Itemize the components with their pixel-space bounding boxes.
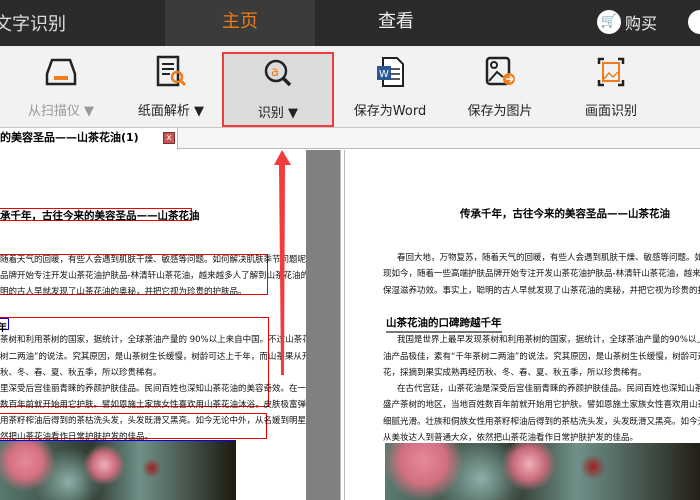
screen-recognize-label: 画面识别 <box>584 104 637 119</box>
annotation-arrow-icon <box>274 150 291 375</box>
save-image-label: 保存为图片 <box>467 104 533 119</box>
scanner-icon <box>20 52 102 92</box>
text-line: 茶树和利用茶树的国家，据统计，全球茶油产量的 90%以上来自中国。不过山茶花 <box>0 335 306 345</box>
cart-icon: 🛒 <box>597 10 621 34</box>
buy-button[interactable]: 🛒 购买 <box>597 10 657 34</box>
save-image-button[interactable]: 保存为图片 <box>460 52 540 127</box>
text-line: 现如今，随着一些高端护肤品牌开始专注开发山茶花油护肤品-林清轩山茶花油，越来越多… <box>383 269 700 279</box>
document-tab[interactable]: 的美容圣品——山茶花油(1) <box>0 128 178 150</box>
screen-capture-icon <box>575 52 647 92</box>
recognize-button[interactable]: a 识别 ▼ <box>222 52 334 127</box>
text-line: 随着天气的回暖，有些人会遇到肌肤干燥、敏感等问题。如何解决肌肤季节问题呢？ <box>0 255 306 265</box>
app-title: 文字识别 <box>0 14 66 35</box>
text-line: 品牌开始专注开发山茶花油护肤品-林清轩山茶花油，越来越多人了解到山茶花油的 <box>0 271 306 281</box>
pane-gap <box>306 150 340 500</box>
svg-text:a: a <box>271 65 279 80</box>
scan-label: 从扫描仪 ▼ <box>27 104 95 119</box>
text-line: 我国是世界上最早发现茶树和利用茶树的国家，据统计，全球茶油产量的90%以上来自 <box>397 335 700 345</box>
word-icon: W <box>345 52 435 92</box>
text-line: 花，採摘到果实成熟再经历秋、冬、春、夏、秋五季，所以珍贵稀有。 <box>383 368 647 378</box>
recognize-label: 识别 ▼ <box>257 106 299 121</box>
text-line: 明的古人早就发现了山茶花油的奥秘，并把它视为珍贵的护肤品。 <box>0 287 247 297</box>
screen-recognize-button[interactable]: 画面识别 <box>575 52 647 127</box>
tab-home[interactable]: 主页 <box>165 0 315 46</box>
toolbar: 从扫描仪 ▼ 纸面解析 ▼ a 识别 ▼ W 保存为Word 保存为图片 画面识… <box>0 46 700 128</box>
buy-label: 购买 <box>625 14 658 33</box>
text-line: 油产品极佳，素有“千年茶树二两油”的说法。究其原因，是山茶树生长缓慢，树龄可达上… <box>383 352 700 362</box>
tab-view[interactable]: 查看 <box>321 0 471 46</box>
text-line: 数百年前就开始用它护肤。譬如恩施土家族女性喜欢用山茶花油沐浴，皮肤极富弹性， <box>0 400 306 410</box>
paper-analysis-button[interactable]: 纸面解析 ▼ <box>130 52 212 127</box>
recognition-result-pane: 承千年，古往今来的美容圣品——山茶花油 随着天气的回暖，有些人会遇到肌肤干燥、敏… <box>0 150 306 500</box>
text-line: 从美妆达人到普通大众，依然把山茶花油看作日常护肤护发的佳品。 <box>383 433 639 443</box>
recognize-icon: a <box>224 54 332 94</box>
text-line: 秋、冬、春、夏、秋五季，所以珍贵稀有。 <box>0 368 162 378</box>
user-avatar-icon[interactable] <box>688 10 700 34</box>
close-tab-icon[interactable]: x <box>163 132 175 144</box>
text-line: 里深受后宫佳丽青睐的养颜护肤佳品。民间百姓也深知山茶花油的美容奇效。在一些 <box>0 384 306 394</box>
text-line: 树二两油”的说法。究其原因，是山茶树生长缓慢，树龄可达上千年，而山茶果从开 <box>0 352 306 362</box>
save-word-label: 保存为Word <box>353 104 427 119</box>
save-word-button[interactable]: W 保存为Word <box>345 52 435 127</box>
text-line: 春回大地，万物复苏，随着天气的回暖，有些人会遇到肌肤干燥、敏感等问题。如何解决肌… <box>397 253 700 263</box>
original-document-pane: 传承千年，古往今来的美容圣品——山茶花油 春回大地，万物复苏，随着天气的回暖，有… <box>345 150 700 500</box>
right-title: 传承千年，古往今来的美容圣品——山茶花油 <box>460 208 670 220</box>
text-line: 用茶籽榨油后得到的茶枯洗头发，头发既滑又黑亮。如今无论中外，从名媛到明星， <box>0 416 306 426</box>
document-tab-title: 的美容圣品——山茶花油(1) <box>0 131 139 144</box>
text-line: 细腻光滑。壮族和侗族女性用茶籽榨油后得到的茶枯洗头发，头发既滑又黑亮。如今无论中… <box>383 417 700 427</box>
camellia-image[interactable] <box>0 440 236 500</box>
text-line: 盛产茶树的地区，当地百姓数百年前就开始用它护肤。譬如恩施土家族女性喜欢用山茶花油… <box>383 400 700 410</box>
scan-button[interactable]: 从扫描仪 ▼ <box>20 52 102 127</box>
left-heading: 年 <box>0 318 9 334</box>
text-line: 保湿滋养功效。事实上，聪明的古人早就发现了山茶花油的奥秘，并把它视为珍贵的护肤品… <box>383 286 700 296</box>
camellia-image <box>385 443 700 500</box>
right-heading: 山茶花油的口碑跨越千年 <box>386 315 502 333</box>
svg-text:W: W <box>379 69 389 80</box>
text-line: 在古代宫廷，山茶花油是深受后宫佳丽青睐的养颜护肤佳品。民间百姓也深知山茶花油的美… <box>397 384 700 394</box>
paper-analysis-label: 纸面解析 ▼ <box>137 104 205 119</box>
document-search-icon <box>130 52 212 92</box>
save-image-icon <box>460 52 540 92</box>
top-bar: 文字识别 主页 查看 🛒 购买 <box>0 0 700 46</box>
left-title: 承千年，古往今来的美容圣品——山茶花油 <box>0 210 200 222</box>
